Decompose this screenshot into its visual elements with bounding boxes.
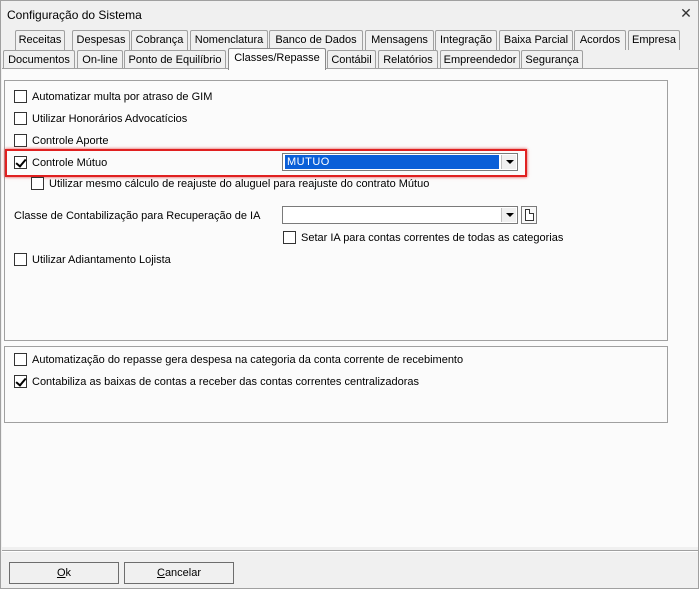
- adiantamento-checkbox[interactable]: [14, 253, 27, 266]
- document-icon: [525, 209, 534, 221]
- contabiliza-option[interactable]: Contabiliza as baixas de contas a recebe…: [14, 374, 419, 389]
- tab-receitas[interactable]: Receitas: [15, 30, 65, 50]
- title-bar: Configuração do Sistema ✕: [1, 1, 698, 27]
- reajuste-label: Utilizar mesmo cálculo de reajuste do al…: [49, 177, 430, 190]
- multa-gim-label: Automatizar multa por atraso de GIM: [32, 90, 213, 103]
- tab-row-1: Receitas Despesas Cobrança Nomenclatura …: [1, 30, 699, 50]
- ok-accel: O: [56, 567, 66, 579]
- new-document-button[interactable]: [521, 206, 537, 224]
- window-title: Configuração do Sistema: [7, 8, 142, 22]
- mutuo-combo[interactable]: MUTUO: [282, 153, 518, 171]
- tab-cobranca[interactable]: Cobrança: [131, 30, 188, 50]
- automatizacao-option[interactable]: Automatização do repasse gera despesa na…: [14, 352, 463, 367]
- multa-gim-option[interactable]: Automatizar multa por atraso de GIM: [14, 89, 212, 104]
- aporte-checkbox[interactable]: [14, 134, 27, 147]
- setar-ia-option[interactable]: Setar IA para contas correntes de todas …: [283, 230, 563, 245]
- tab-empresa[interactable]: Empresa: [628, 30, 680, 50]
- tab-classes-repasse[interactable]: Classes/Repasse: [228, 48, 326, 70]
- config-window: Configuração do Sistema ✕ Receitas Despe…: [0, 0, 699, 589]
- tab-seguranca[interactable]: Segurança: [521, 50, 583, 70]
- tab-online[interactable]: On-line: [77, 50, 123, 70]
- tab-despesas[interactable]: Despesas: [72, 30, 130, 50]
- mutuo-combo-value: MUTUO: [285, 155, 499, 169]
- setar-ia-checkbox[interactable]: [283, 231, 296, 244]
- tab-banco-de-dados[interactable]: Banco de Dados: [269, 30, 363, 50]
- tab-contabil[interactable]: Contábil: [327, 50, 376, 70]
- classe-combo[interactable]: [282, 206, 518, 224]
- tab-mensagens[interactable]: Mensagens: [365, 30, 434, 50]
- tab-integracao[interactable]: Integração: [435, 30, 497, 50]
- mutuo-checkbox[interactable]: [14, 156, 27, 169]
- ok-button[interactable]: Ok: [9, 562, 119, 584]
- contabiliza-label: Contabiliza as baixas de contas a recebe…: [32, 375, 420, 388]
- honorarios-checkbox[interactable]: [14, 112, 27, 125]
- aporte-option[interactable]: Controle Aporte: [14, 133, 108, 148]
- chevron-down-icon[interactable]: [501, 155, 516, 169]
- tab-documentos[interactable]: Documentos: [3, 50, 75, 70]
- tab-baixa-parcial[interactable]: Baixa Parcial: [499, 30, 573, 50]
- automatizacao-checkbox[interactable]: [14, 353, 27, 366]
- classe-label: Classe de Contabilização para Recuperaçã…: [14, 210, 261, 222]
- footer-separator: [2, 550, 698, 552]
- reajuste-checkbox[interactable]: [31, 177, 44, 190]
- multa-gim-checkbox[interactable]: [14, 90, 27, 103]
- tab-nomenclatura[interactable]: Nomenclatura: [190, 30, 268, 50]
- mutuo-option[interactable]: Controle Mútuo: [14, 155, 107, 170]
- cancel-button[interactable]: Cancelar: [124, 562, 234, 584]
- close-icon[interactable]: ✕: [677, 6, 695, 22]
- tab-empreendedor[interactable]: Empreendedor: [440, 50, 520, 70]
- ok-label-rest: k: [65, 567, 72, 579]
- honorarios-label: Utilizar Honorários Advocatícios: [32, 112, 188, 125]
- setar-ia-label: Setar IA para contas correntes de todas …: [301, 231, 564, 244]
- chevron-down-icon[interactable]: [501, 208, 516, 222]
- adiantamento-label: Utilizar Adiantamento Lojista: [32, 253, 171, 266]
- tab-acordos[interactable]: Acordos: [574, 30, 626, 50]
- adiantamento-option[interactable]: Utilizar Adiantamento Lojista: [14, 252, 171, 267]
- automatizacao-label: Automatização do repasse gera despesa na…: [32, 353, 464, 366]
- honorarios-option[interactable]: Utilizar Honorários Advocatícios: [14, 111, 187, 126]
- cancel-label-rest: ancelar: [164, 567, 202, 579]
- tab-ponto-de-equilibrio[interactable]: Ponto de Equilíbrio: [124, 50, 226, 70]
- classe-combo-value: [285, 208, 287, 222]
- mutuo-label: Controle Mútuo: [32, 156, 108, 169]
- cancel-accel: C: [156, 567, 165, 579]
- aporte-label: Controle Aporte: [32, 134, 109, 147]
- reajuste-option[interactable]: Utilizar mesmo cálculo de reajuste do al…: [31, 176, 429, 191]
- tab-row-2: Documentos On-line Ponto de Equilíbrio C…: [1, 48, 699, 70]
- tab-relatorios[interactable]: Relatórios: [378, 50, 438, 70]
- contabiliza-checkbox[interactable]: [14, 375, 27, 388]
